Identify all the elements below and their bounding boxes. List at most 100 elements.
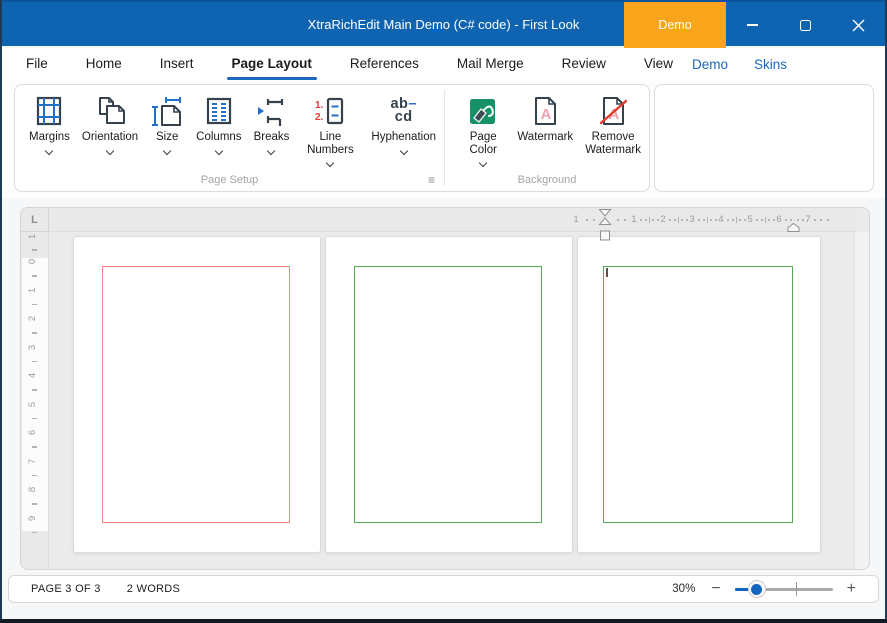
link-demo[interactable]: Demo xyxy=(692,57,728,72)
ruler-tick xyxy=(624,219,626,221)
svg-text:2.: 2. xyxy=(315,112,324,123)
minimize-icon xyxy=(747,24,758,26)
ruler-tick xyxy=(32,418,37,420)
size-button[interactable]: Size xyxy=(144,89,190,156)
page-color-button[interactable]: Page Color xyxy=(455,89,511,168)
ruler-tick xyxy=(32,475,37,477)
ruler-tick xyxy=(773,219,775,221)
ruler-number: 6 xyxy=(776,214,781,225)
link-skins[interactable]: Skins xyxy=(754,57,787,72)
document-page-3[interactable] xyxy=(577,236,821,553)
zoom-controls: 30% − + xyxy=(672,579,858,599)
page-indicator: PAGE 3 OF 3 xyxy=(31,583,101,595)
ruler-number: 2 xyxy=(660,214,665,225)
line-numbers-button[interactable]: 1.2. Line Numbers xyxy=(295,89,365,168)
zoom-slider-thumb[interactable] xyxy=(748,580,766,598)
ruler-tick xyxy=(686,219,688,221)
ruler-tick xyxy=(820,219,822,221)
breaks-button[interactable]: Breaks xyxy=(248,89,296,156)
orientation-icon xyxy=(93,91,127,131)
ruler-tick xyxy=(674,219,676,221)
ruler-tick xyxy=(586,219,588,221)
svg-text:1.: 1. xyxy=(315,100,324,111)
hanging-indent-marker xyxy=(600,218,611,225)
ruler-tick xyxy=(32,446,37,448)
ribbon-group-background: Page Color A Watermark A R xyxy=(445,85,649,191)
vertical-ruler[interactable]: 10123456789 xyxy=(21,232,49,569)
indent-markers[interactable] xyxy=(599,209,611,248)
document-page-1[interactable] xyxy=(73,236,321,553)
margins-button[interactable]: Margins xyxy=(23,89,76,156)
window-border xyxy=(0,619,887,623)
tab-references[interactable]: References xyxy=(331,48,438,80)
zoom-slider[interactable] xyxy=(735,579,833,599)
page-border-box xyxy=(102,266,290,523)
margins-icon xyxy=(33,91,65,131)
breaks-icon xyxy=(255,91,287,131)
zoom-in-button[interactable]: + xyxy=(845,581,858,597)
hyphenation-button[interactable]: ab–cd Hyphenation xyxy=(365,89,442,156)
ruler-tick xyxy=(640,219,642,221)
ruler-number: 5 xyxy=(27,401,38,406)
document-page-2[interactable] xyxy=(325,236,573,553)
remove-watermark-button[interactable]: A Remove Watermark xyxy=(579,89,647,168)
ruler-tick xyxy=(768,219,770,221)
ruler-tick xyxy=(32,304,37,306)
ruler-tick xyxy=(739,219,741,221)
right-indent-marker[interactable] xyxy=(787,220,800,238)
ruler-number: 3 xyxy=(689,214,694,225)
ruler-tick xyxy=(593,219,595,221)
document-area: L 11234567 10123456789 xyxy=(20,207,870,570)
ruler-tick xyxy=(32,249,37,251)
close-icon xyxy=(852,19,865,32)
chevron-down-icon xyxy=(106,146,114,154)
ruler-number: 1 xyxy=(27,234,38,239)
chevron-down-icon xyxy=(163,146,171,154)
chevron-down-icon xyxy=(326,159,334,167)
minimize-button[interactable] xyxy=(726,2,779,48)
orientation-button[interactable]: Orientation xyxy=(76,89,144,156)
tab-file[interactable]: File xyxy=(7,48,67,80)
ruler-number: 1 xyxy=(573,214,578,225)
text-caret xyxy=(606,268,608,277)
window-border xyxy=(0,0,2,623)
vertical-scrollbar[interactable] xyxy=(854,232,869,569)
ruler-tick xyxy=(756,219,758,221)
ruler-tick xyxy=(657,219,659,221)
demo-ribbon-button[interactable]: Demo xyxy=(624,2,726,48)
tab-selector-button[interactable]: L xyxy=(21,208,49,232)
maximize-button[interactable] xyxy=(779,2,832,48)
tab-page-layout[interactable]: Page Layout xyxy=(213,48,331,80)
pages-area xyxy=(49,232,853,569)
group-label-page-setup: Page Setup xyxy=(15,174,444,186)
horizontal-ruler[interactable]: 11234567 xyxy=(49,208,856,232)
ruler-tick xyxy=(617,219,619,221)
group-label-background: Background xyxy=(445,174,649,186)
ruler-tick xyxy=(681,219,683,221)
watermark-button[interactable]: A Watermark xyxy=(511,89,579,156)
dialog-launcher-icon[interactable]: ≡ xyxy=(428,173,435,187)
ruler-tick xyxy=(732,219,734,221)
zoom-slider-center-tick xyxy=(796,582,798,596)
ruler-tick xyxy=(736,217,738,223)
ribbon-tab-row: FileHomeInsertPage LayoutReferencesMail … xyxy=(2,48,885,80)
ruler-tick xyxy=(652,219,654,221)
page-border-box xyxy=(603,266,793,523)
ruler-tick xyxy=(32,389,37,391)
ruler-tick xyxy=(727,219,729,221)
tab-mail-merge[interactable]: Mail Merge xyxy=(438,48,543,80)
columns-button[interactable]: Columns xyxy=(190,89,247,156)
tab-review[interactable]: Review xyxy=(543,48,625,80)
ruler-tick xyxy=(32,332,37,334)
ruler-tick xyxy=(678,217,680,223)
maximize-icon xyxy=(800,20,811,31)
ruler-tick xyxy=(710,219,712,221)
close-button[interactable] xyxy=(832,2,885,48)
ruler-tick xyxy=(765,217,767,223)
tab-view[interactable]: View xyxy=(625,48,692,80)
ruler-tick xyxy=(715,219,717,221)
chevron-down-icon xyxy=(45,146,53,154)
tab-home[interactable]: Home xyxy=(67,48,141,80)
zoom-out-button[interactable]: − xyxy=(709,581,722,597)
tab-insert[interactable]: Insert xyxy=(141,48,213,80)
